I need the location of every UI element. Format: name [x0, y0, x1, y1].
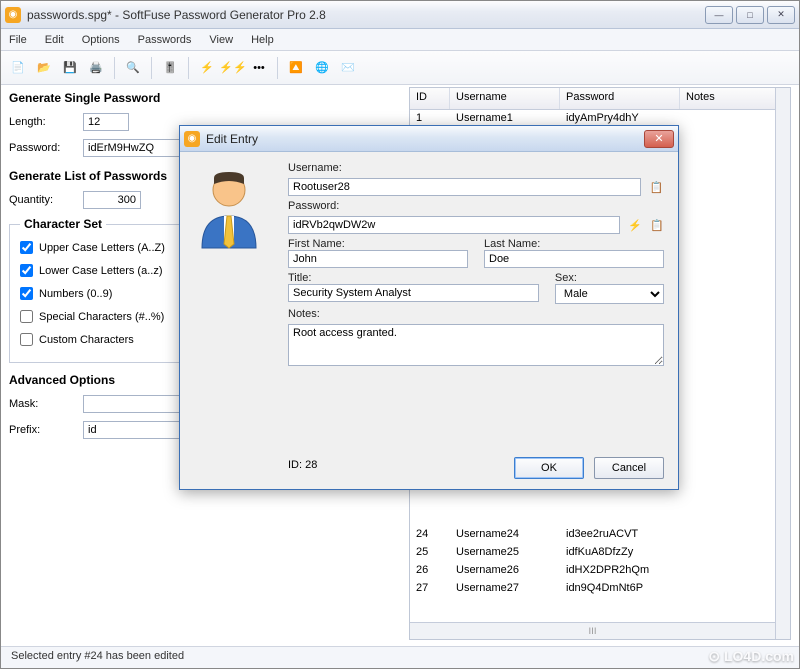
table-row[interactable]: 26Username26idHX2DPR2hQm: [410, 562, 790, 580]
numbers-checkbox[interactable]: [20, 287, 33, 300]
prefix-label: Prefix:: [9, 424, 77, 436]
find-icon[interactable]: 🔍: [122, 57, 144, 79]
vertical-scrollbar[interactable]: [775, 88, 790, 639]
last-name-input[interactable]: [484, 250, 664, 268]
generate-password-icon[interactable]: ⚡: [628, 217, 642, 233]
gen-list-icon[interactable]: ⚡⚡: [222, 57, 244, 79]
table-row[interactable]: 24Username24id3ee2ruACVT: [410, 526, 790, 544]
id-label: ID: 28: [288, 459, 317, 471]
close-button[interactable]: ✕: [767, 6, 795, 24]
menu-options[interactable]: Options: [82, 34, 120, 46]
charset-legend: Character Set: [20, 217, 106, 231]
cancel-button[interactable]: Cancel: [594, 457, 664, 479]
lower-checkbox[interactable]: [20, 264, 33, 277]
separator: [188, 57, 189, 79]
separator: [277, 57, 278, 79]
sex-label: Sex:: [555, 272, 664, 284]
dialog-close-button[interactable]: ✕: [644, 130, 674, 148]
last-name-label: Last Name:: [484, 238, 664, 250]
dialog-title: Edit Entry: [206, 132, 644, 146]
password-label: Password:: [9, 142, 77, 154]
window-title: passwords.spg* - SoftFuse Password Gener…: [27, 8, 705, 22]
length-label: Length:: [9, 116, 77, 128]
ok-button[interactable]: OK: [514, 457, 584, 479]
print-icon[interactable]: 🖨️: [85, 57, 107, 79]
col-id[interactable]: ID: [410, 88, 450, 109]
app-icon: ◉: [5, 7, 21, 23]
custom-checkbox[interactable]: [20, 333, 33, 346]
options-icon[interactable]: 🎚️: [159, 57, 181, 79]
username-input[interactable]: [288, 178, 641, 196]
gen-single-icon[interactable]: ⚡: [196, 57, 218, 79]
titlebar: ◉ passwords.spg* - SoftFuse Password Gen…: [1, 1, 799, 29]
mask-input[interactable]: [83, 395, 193, 413]
dialog-icon: ◉: [184, 131, 200, 147]
minimize-button[interactable]: —: [705, 6, 733, 24]
menu-edit[interactable]: Edit: [45, 34, 64, 46]
menu-passwords[interactable]: Passwords: [138, 34, 192, 46]
separator: [114, 57, 115, 79]
special-label: Special Characters (#..%): [39, 311, 164, 323]
col-username[interactable]: Username: [450, 88, 560, 109]
status-text: Selected entry #24 has been edited: [11, 650, 184, 662]
single-password-input[interactable]: [83, 139, 188, 157]
upper-checkbox[interactable]: [20, 241, 33, 254]
title-label: Title:: [288, 272, 539, 284]
separator: [151, 57, 152, 79]
quantity-label: Quantity:: [9, 194, 77, 206]
dlg-password-label: Password:: [288, 200, 664, 212]
save-icon[interactable]: 💾: [59, 57, 81, 79]
first-name-label: First Name:: [288, 238, 468, 250]
username-label: Username:: [288, 162, 664, 174]
table-row[interactable]: 27Username27idn9Q4DmNt6P: [410, 580, 790, 598]
first-name-input[interactable]: [288, 250, 468, 268]
table-row[interactable]: 25Username25idfKuA8DfzZy: [410, 544, 790, 562]
length-input[interactable]: [83, 113, 129, 131]
watermark: ⊙ LO4D.com: [708, 648, 794, 665]
single-heading: Generate Single Password: [9, 91, 399, 105]
dialog-titlebar: ◉ Edit Entry ✕: [180, 126, 678, 152]
quantity-input[interactable]: [83, 191, 141, 209]
numbers-label: Numbers (0..9): [39, 288, 112, 300]
maximize-button[interactable]: □: [736, 6, 764, 24]
prefix-input[interactable]: [83, 421, 193, 439]
menu-view[interactable]: View: [209, 34, 233, 46]
horizontal-scrollbar[interactable]: ⅠⅠⅠ: [410, 622, 775, 639]
copy-password-icon[interactable]: 📋: [650, 217, 664, 233]
col-notes[interactable]: Notes: [680, 88, 790, 109]
dlg-password-input[interactable]: [288, 216, 620, 234]
mask-icon[interactable]: •••: [248, 57, 270, 79]
avatar-icon: [194, 162, 274, 479]
mask-label: Mask:: [9, 398, 77, 410]
table-header: ID Username Password Notes: [410, 88, 790, 110]
menu-file[interactable]: File: [9, 34, 27, 46]
title-input[interactable]: [288, 284, 539, 302]
mail-icon[interactable]: ✉️: [337, 57, 359, 79]
globe-icon[interactable]: 🌐: [311, 57, 333, 79]
open-icon[interactable]: 📂: [33, 57, 55, 79]
notes-textarea[interactable]: [288, 324, 664, 366]
lower-label: Lower Case Letters (a..z): [39, 265, 163, 277]
sex-select[interactable]: Male: [555, 284, 664, 304]
upload-icon[interactable]: 🔼: [285, 57, 307, 79]
custom-label: Custom Characters: [39, 334, 134, 346]
special-checkbox[interactable]: [20, 310, 33, 323]
upper-label: Upper Case Letters (A..Z): [39, 242, 165, 254]
copy-username-icon[interactable]: 📋: [649, 179, 664, 195]
col-password[interactable]: Password: [560, 88, 680, 109]
edit-entry-dialog: ◉ Edit Entry ✕ Username: 📋 Password: ⚡ 📋…: [179, 125, 679, 490]
menu-help[interactable]: Help: [251, 34, 274, 46]
new-icon[interactable]: 📄: [7, 57, 29, 79]
menubar: File Edit Options Passwords View Help: [1, 29, 799, 51]
notes-label: Notes:: [288, 308, 664, 320]
statusbar: Selected entry #24 has been edited: [1, 646, 799, 668]
toolbar: 📄 📂 💾 🖨️ 🔍 🎚️ ⚡ ⚡⚡ ••• 🔼 🌐 ✉️: [1, 51, 799, 85]
